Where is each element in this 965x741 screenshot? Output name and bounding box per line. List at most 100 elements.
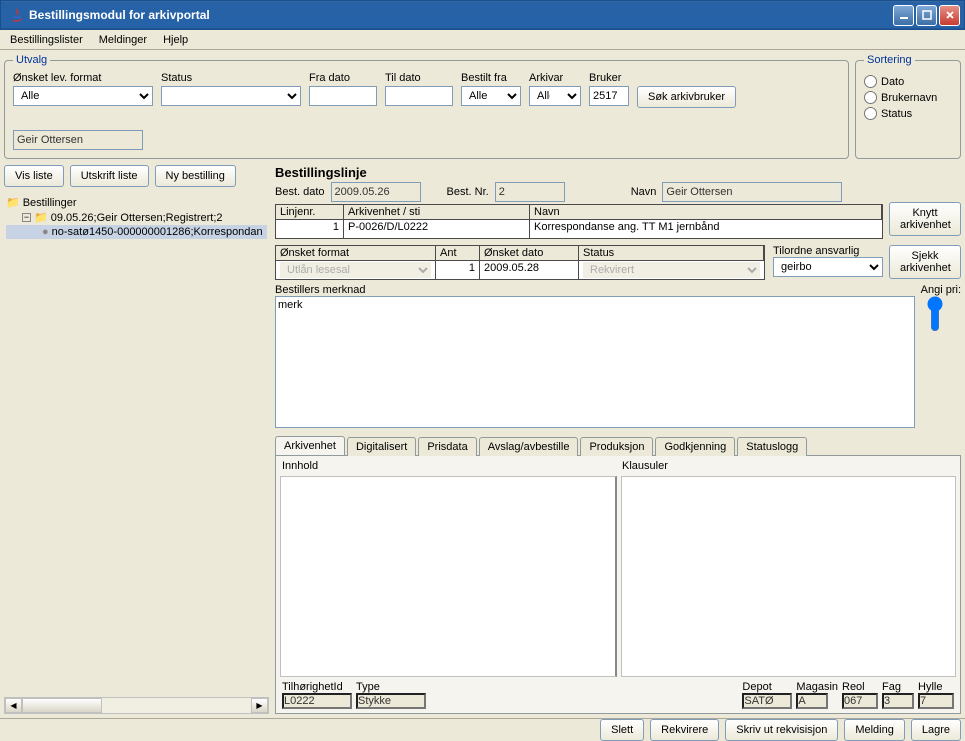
sort-dato-label: Dato (881, 76, 904, 88)
priority-slider[interactable] (925, 296, 945, 332)
tree-node-2[interactable]: ● no-satø1450-000000001286;Korrespondan (6, 225, 267, 239)
hylle-field (918, 693, 954, 709)
window-title: Bestillingsmodul for arkivportal (29, 8, 891, 22)
bruker-input[interactable] (589, 86, 629, 106)
type-label: Type (356, 681, 426, 693)
close-button[interactable] (939, 5, 960, 26)
g1-h2: Arkivenhet / sti (344, 205, 530, 220)
maximize-button[interactable] (916, 5, 937, 26)
innhold-pane[interactable] (280, 476, 617, 677)
type-field (356, 693, 426, 709)
klausuler-label: Klausuler (618, 458, 958, 474)
skriv-ut-button[interactable]: Skriv ut rekvisisjon (725, 719, 838, 741)
scroll-left-icon[interactable]: ◀ (5, 698, 22, 713)
fag-label: Fag (882, 681, 914, 693)
scroll-thumb[interactable] (22, 698, 102, 713)
til-input[interactable] (385, 86, 453, 106)
sok-arkivbruker-button[interactable]: Søk arkivbruker (637, 86, 736, 108)
sort-bruker-label: Brukernavn (881, 92, 937, 104)
collapse-icon[interactable]: − (22, 213, 31, 222)
g1-c2: P-0026/D/L0222 (344, 220, 530, 238)
tab-digitalisert[interactable]: Digitalisert (347, 437, 416, 456)
folder-icon: 📁 (6, 196, 20, 209)
g1-h1: Linjenr. (276, 205, 344, 220)
angi-pri-label: Angi pri: (921, 284, 961, 296)
tree-root[interactable]: 📁 Bestillinger (6, 195, 267, 210)
knytt-arkivenhet-button[interactable]: Knytt arkivenhet (889, 202, 961, 236)
leaf-icon: ● (42, 226, 49, 238)
java-icon (9, 7, 25, 23)
tree-hscroll[interactable]: ◀ ▶ (4, 697, 269, 714)
tree-view[interactable]: 📁 Bestillinger − 📁 09.05.26;Geir Otterse… (4, 193, 269, 697)
depot-label: Depot (742, 681, 792, 693)
merknad-label: Bestillers merknad (275, 284, 365, 296)
mag-label: Magasin (796, 681, 838, 693)
bruker-label: Bruker (589, 72, 629, 84)
tree-node-1[interactable]: − 📁 09.05.26;Geir Ottersen;Registrert;2 (6, 210, 267, 225)
tab-arkivenhet[interactable]: Arkivenhet (275, 436, 345, 455)
sort-panel: Sortering Dato Brukernavn Status (855, 54, 961, 159)
arkivar-select[interactable]: Alle (529, 86, 581, 106)
lagre-button[interactable]: Lagre (911, 719, 961, 741)
tab-statuslogg[interactable]: Statuslogg (737, 437, 807, 456)
arkivar-label: Arkivar (529, 72, 581, 84)
folder-icon: 📁 (34, 211, 48, 224)
tab-prisdata[interactable]: Prisdata (418, 437, 476, 456)
menubar: Bestillingslister Meldinger Hjelp (0, 30, 965, 50)
melding-button[interactable]: Melding (844, 719, 905, 741)
tabs: Arkivenhet Digitalisert Prisdata Avslag/… (275, 436, 961, 455)
g2-h3: Ønsket dato (480, 246, 579, 261)
bestilt-select[interactable]: Alle (461, 86, 521, 106)
line-grid-2: Ønsket format Ant Ønsket dato Status Utl… (275, 245, 765, 280)
navn-field (662, 182, 842, 202)
scroll-right-icon[interactable]: ▶ (251, 698, 268, 713)
tilordne-label: Tilordne ansvarlig (773, 245, 883, 257)
section-title: Bestillingslinje (275, 165, 961, 180)
best-dato-label: Best. dato (275, 186, 325, 198)
g2-c1: Utlån lesesal (276, 261, 436, 279)
g2-c3: 2009.05.28 (480, 261, 579, 279)
sort-status-radio[interactable] (864, 107, 877, 120)
format-select[interactable]: Alle (13, 86, 153, 106)
minimize-button[interactable] (893, 5, 914, 26)
menu-hjelp[interactable]: Hjelp (155, 32, 196, 48)
innhold-label: Innhold (278, 458, 618, 474)
sort-dato-radio[interactable] (864, 75, 877, 88)
sort-status-label: Status (881, 108, 912, 120)
rekvirere-button[interactable]: Rekvirere (650, 719, 719, 741)
ny-bestilling-button[interactable]: Ny bestilling (155, 165, 236, 187)
tilordne-select[interactable]: geirbo (773, 257, 883, 277)
sort-bruker-radio[interactable] (864, 91, 877, 104)
status-select[interactable] (161, 86, 301, 106)
fra-input[interactable] (309, 86, 377, 106)
mag-field (796, 693, 828, 709)
reol-label: Reol (842, 681, 878, 693)
utskrift-liste-button[interactable]: Utskrift liste (70, 165, 149, 187)
slett-button[interactable]: Slett (600, 719, 644, 741)
fag-field (882, 693, 914, 709)
merknad-textarea[interactable]: merk (275, 296, 915, 428)
klausuler-pane[interactable] (621, 476, 957, 677)
format-label: Ønsket lev. format (13, 72, 153, 84)
statusbar: Slett Rekvirere Skriv ut rekvisisjon Mel… (0, 718, 965, 740)
filters-panel: Utvalg Ønsket lev. format Alle Status Fr… (4, 54, 849, 159)
best-dato-field (331, 182, 421, 202)
titlebar: Bestillingsmodul for arkivportal (0, 0, 965, 30)
menu-meldinger[interactable]: Meldinger (91, 32, 155, 48)
filters-legend: Utvalg (13, 54, 50, 66)
sort-legend: Sortering (864, 54, 915, 66)
bestilt-label: Bestilt fra (461, 72, 521, 84)
tilh-label: TilhørighetId (282, 681, 352, 693)
user-name-display: Geir Ottersen (13, 130, 143, 150)
g2-h1: Ønsket format (276, 246, 436, 261)
menu-bestillingslister[interactable]: Bestillingslister (2, 32, 91, 48)
navn-label: Navn (631, 186, 657, 198)
g2-c2: 1 (436, 261, 480, 279)
line-grid-1: Linjenr. Arkivenhet / sti Navn 1 P-0026/… (275, 204, 883, 239)
g2-h2: Ant (436, 246, 480, 261)
tab-produksjon[interactable]: Produksjon (580, 437, 653, 456)
tab-avslag[interactable]: Avslag/avbestille (479, 437, 579, 456)
vis-liste-button[interactable]: Vis liste (4, 165, 64, 187)
sjekk-arkivenhet-button[interactable]: Sjekk arkivenhet (889, 245, 961, 279)
tab-godkjenning[interactable]: Godkjenning (655, 437, 735, 456)
